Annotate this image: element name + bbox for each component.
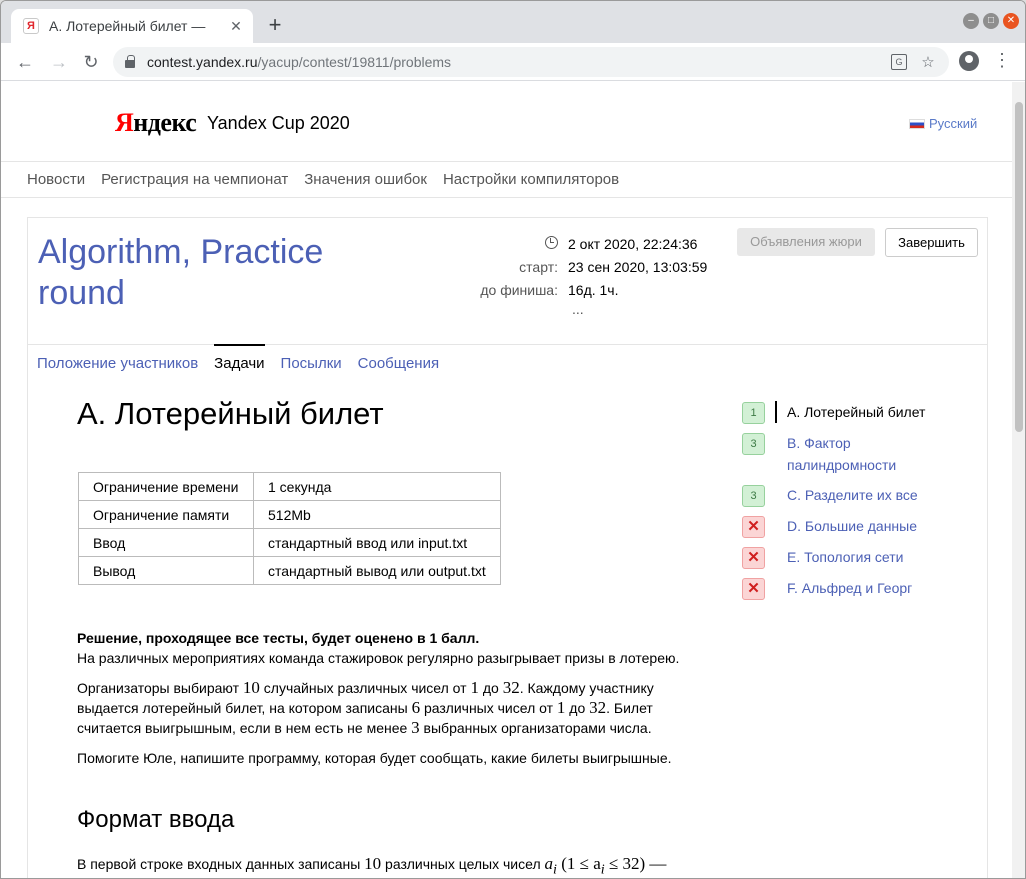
problem-score-badge: 3 <box>742 433 765 455</box>
problem-statement: Решение, проходящее все тесты, будет оце… <box>77 628 687 778</box>
problem-list-item[interactable]: 3 B. Фактор палиндромности <box>742 432 982 476</box>
url-text[interactable]: contest.yandex.ru/yacup/contest/19811/pr… <box>147 54 881 70</box>
failed-cross-icon: ✕ <box>742 547 765 569</box>
tab-close-icon[interactable]: ✕ <box>227 18 245 35</box>
russia-flag-icon <box>909 118 925 129</box>
problem-score-badge: 3 <box>742 485 765 507</box>
table-row: Ввод стандартный ввод или input.txt <box>78 528 501 557</box>
nav-error-codes[interactable]: Значения ошибок <box>304 171 427 188</box>
site-header: Яндекс Yandex Cup 2020 Русский <box>1 82 1012 162</box>
page-content: Яндекс Yandex Cup 2020 Русский Новости Р… <box>1 82 1012 878</box>
problem-list-item[interactable]: ✕ E. Топология сети <box>742 546 982 569</box>
clock-icon <box>545 235 558 249</box>
browser-menu-icon[interactable]: ⋮ <box>993 50 1011 71</box>
table-row: Вывод стандартный вывод или output.txt <box>78 556 501 585</box>
tab-standings[interactable]: Положение участников <box>37 345 198 378</box>
failed-cross-icon: ✕ <box>742 516 765 538</box>
problem-score-badge: 1 <box>742 402 765 424</box>
profile-icon[interactable] <box>959 51 979 71</box>
language-switcher[interactable]: Русский <box>909 116 977 131</box>
problem-list-item[interactable]: ✕ F. Альфред и Георг <box>742 577 982 600</box>
problem-link[interactable]: A. Лотерейный билет <box>775 401 925 423</box>
translate-icon[interactable]: G <box>891 54 907 70</box>
problem-link[interactable]: D. Большие данные <box>787 515 917 537</box>
tab-strip: Я A. Лотерейный билет — ✕ + – □ ✕ <box>1 1 1025 43</box>
tab-messages[interactable]: Сообщения <box>358 345 439 378</box>
forward-icon[interactable]: → <box>47 50 71 74</box>
lock-icon <box>125 55 135 68</box>
tab-problems[interactable]: Задачи <box>214 344 265 378</box>
table-row: Ограничение времени 1 секунда <box>78 472 501 501</box>
yandex-favicon-icon: Я <box>23 18 39 34</box>
input-format-text: В первой строке входных данных записаны … <box>77 854 667 878</box>
problem-link[interactable]: C. Разделите их все <box>787 484 918 506</box>
jury-announcements-button[interactable]: Объявления жюри <box>737 228 875 256</box>
contest-title[interactable]: Algorithm, Practice round <box>38 232 398 314</box>
problem-link[interactable]: F. Альфред и Георг <box>787 577 912 599</box>
browser-tab[interactable]: Я A. Лотерейный билет — ✕ <box>11 9 253 43</box>
address-bar[interactable]: contest.yandex.ru/yacup/contest/19811/pr… <box>113 47 949 77</box>
scroll-thumb[interactable] <box>1015 102 1023 432</box>
problem-list-item[interactable]: ✕ D. Большие данные <box>742 515 982 538</box>
problem-link[interactable]: E. Топология сети <box>787 546 903 568</box>
site-title: Yandex Cup 2020 <box>207 113 350 133</box>
back-icon[interactable]: ← <box>13 50 37 74</box>
finish-label: до финиша: <box>480 281 558 298</box>
yandex-logo[interactable]: Яндекс <box>115 108 197 138</box>
current-time: 2 окт 2020, 22:24:36 <box>568 235 698 252</box>
maximize-icon[interactable]: □ <box>983 13 999 29</box>
problem-list-item[interactable]: 1 A. Лотерейный билет <box>742 401 982 424</box>
minimize-icon[interactable]: – <box>963 13 979 29</box>
problem-list: 1 A. Лотерейный билет 3 B. Фактор палинд… <box>742 401 982 608</box>
tab-submissions[interactable]: Посылки <box>281 345 342 378</box>
nav-news[interactable]: Новости <box>27 171 85 188</box>
reload-icon[interactable]: ↻ <box>79 50 103 74</box>
browser-window: Я A. Лотерейный билет — ✕ + – □ ✕ ← → ↻ … <box>0 0 1026 879</box>
limits-table: Ограничение времени 1 секунда Ограничение… <box>78 472 501 585</box>
timing-ellipsis: ... <box>572 301 584 317</box>
browser-toolbar: ← → ↻ contest.yandex.ru/yacup/contest/19… <box>1 43 1025 81</box>
top-navigation: Новости Регистрация на чемпионат Значени… <box>1 162 1012 198</box>
tab-title: A. Лотерейный билет — <box>49 18 206 34</box>
nav-compiler-settings[interactable]: Настройки компиляторов <box>443 171 619 188</box>
contest-panel: Algorithm, Practice round 2 окт 2020, 22… <box>27 217 988 878</box>
contest-timing: 2 окт 2020, 22:24:36 старт: 23 сен 2020,… <box>468 232 758 317</box>
bookmark-star-icon[interactable]: ☆ <box>917 53 939 71</box>
statement-paragraph: На различных мероприятиях команда стажир… <box>77 650 680 666</box>
finish-contest-button[interactable]: Завершить <box>885 228 978 257</box>
finish-value: 16д. 1ч. <box>568 281 619 298</box>
score-note: Решение, проходящее все тесты, будет оце… <box>77 630 480 646</box>
statement-paragraph: Организаторы выбирают 10 случайных разли… <box>77 678 654 737</box>
new-tab-button[interactable]: + <box>263 13 287 37</box>
page-scrollbar[interactable] <box>1011 82 1025 878</box>
input-format-heading: Формат ввода <box>77 806 235 833</box>
contest-tabs: Положение участников Задачи Посылки Сооб… <box>28 344 987 378</box>
nav-registration[interactable]: Регистрация на чемпионат <box>101 171 288 188</box>
problem-list-item[interactable]: 3 C. Разделите их все <box>742 484 982 507</box>
close-window-icon[interactable]: ✕ <box>1003 13 1019 29</box>
failed-cross-icon: ✕ <box>742 578 765 600</box>
problem-title: A. Лотерейный билет <box>77 396 384 431</box>
window-controls: – □ ✕ <box>963 13 1019 29</box>
problem-link[interactable]: B. Фактор палиндромности <box>787 432 927 476</box>
language-label: Русский <box>929 116 978 131</box>
statement-paragraph: Помогите Юле, напишите программу, котора… <box>77 750 672 766</box>
table-row: Ограничение памяти 512Mb <box>78 500 501 529</box>
start-label: старт: <box>519 258 558 275</box>
start-value: 23 сен 2020, 13:03:59 <box>568 258 708 275</box>
